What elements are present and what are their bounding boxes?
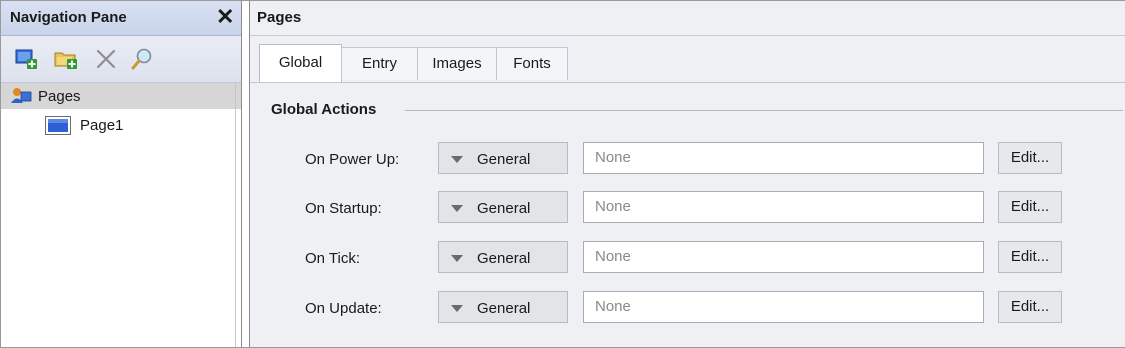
action-row-power-up: On Power Up: General None Edit...	[250, 142, 1125, 176]
page-icon	[45, 116, 71, 139]
action-row-update: On Update: General None Edit...	[250, 291, 1125, 325]
panel-header: Pages	[250, 1, 1125, 36]
section-rule	[405, 110, 1123, 111]
nav-pane-title: Navigation Pane	[10, 9, 127, 26]
chevron-down-icon	[451, 305, 463, 312]
action-value-field[interactable]: None	[583, 191, 984, 223]
delete-icon[interactable]	[93, 46, 119, 72]
action-value-field[interactable]: None	[583, 241, 984, 273]
tree-item-label: Page1	[80, 117, 124, 134]
row-label: On Update:	[305, 300, 382, 317]
find-icon[interactable]	[129, 46, 155, 72]
pages-group-icon	[10, 86, 32, 110]
nav-toolbar	[1, 36, 241, 83]
nav-divider	[235, 83, 236, 347]
tree-item-label: Pages	[38, 88, 81, 105]
chevron-down-icon	[451, 205, 463, 212]
row-label: On Power Up:	[305, 151, 400, 168]
panel-title: Pages	[257, 9, 302, 26]
dropdown-value: General	[477, 300, 531, 317]
edit-button[interactable]: Edit...	[998, 241, 1062, 273]
tab-fonts[interactable]: Fonts	[496, 47, 568, 80]
dropdown-value: General	[477, 250, 531, 267]
action-value-field[interactable]: None	[583, 291, 984, 323]
action-row-tick: On Tick: General None Edit...	[250, 241, 1125, 275]
edit-button[interactable]: Edit...	[998, 191, 1062, 223]
edit-button[interactable]: Edit...	[998, 291, 1062, 323]
action-type-dropdown[interactable]: General	[438, 291, 568, 323]
action-value-field[interactable]: None	[583, 142, 984, 174]
chevron-down-icon	[451, 156, 463, 163]
action-row-startup: On Startup: General None Edit...	[250, 191, 1125, 225]
tab-strip: Global Entry Images Fonts	[250, 36, 1125, 83]
action-type-dropdown[interactable]: General	[438, 191, 568, 223]
section-title: Global Actions	[271, 101, 377, 118]
dropdown-value: General	[477, 200, 531, 217]
pages-panel: Pages Global Entry Images Fonts Global A…	[249, 1, 1125, 347]
navigation-pane: Navigation Pane ✕ Pages Page1	[1, 1, 242, 347]
nav-pane-header: Navigation Pane ✕	[1, 1, 241, 36]
tab-images[interactable]: Images	[417, 47, 497, 80]
edit-button[interactable]: Edit...	[998, 142, 1062, 174]
action-type-dropdown[interactable]: General	[438, 241, 568, 273]
add-page-icon[interactable]	[13, 46, 39, 72]
global-tab-content: Global Actions On Power Up: General None…	[250, 83, 1125, 347]
dropdown-value: General	[477, 151, 531, 168]
chevron-down-icon	[451, 255, 463, 262]
action-type-dropdown[interactable]: General	[438, 142, 568, 174]
row-label: On Startup:	[305, 200, 382, 217]
tree-item-pages[interactable]: Pages	[1, 83, 241, 109]
tab-global[interactable]: Global	[259, 44, 342, 83]
add-folder-icon[interactable]	[53, 46, 79, 72]
tab-entry[interactable]: Entry	[341, 47, 418, 80]
close-icon[interactable]: ✕	[216, 4, 234, 30]
row-label: On Tick:	[305, 250, 361, 267]
